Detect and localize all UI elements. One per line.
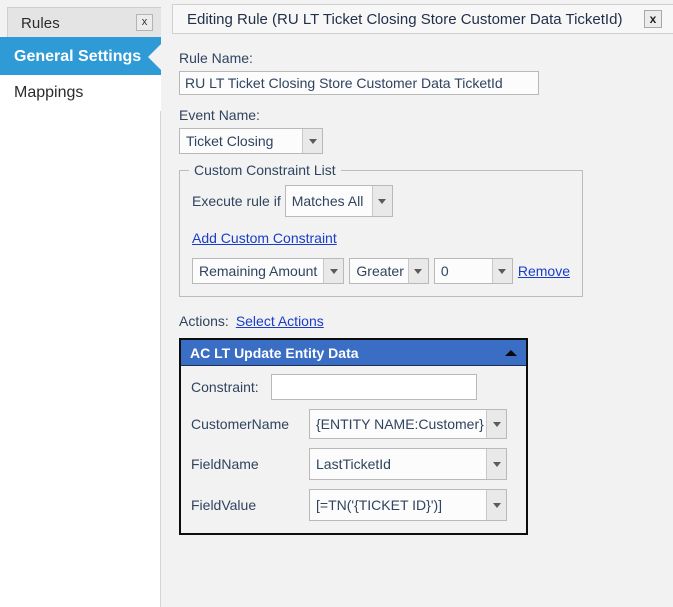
constraint-field-select[interactable]: Remaining Amount	[192, 258, 345, 284]
main-pane: Editing Rule (RU LT Ticket Closing Store…	[161, 0, 673, 607]
field-value-label: FieldValue	[191, 497, 257, 513]
execute-rule-if-select[interactable]: Matches All	[284, 185, 393, 217]
chevron-down-icon[interactable]	[491, 259, 512, 283]
sidebar-tabstrip: Rules x	[0, 0, 163, 39]
customer-name-value: {ENTITY NAME:Customer}	[316, 416, 484, 432]
action-panel-title: AC LT Update Entity Data	[190, 344, 359, 361]
action-panel: AC LT Update Entity Data Constraint: Cus…	[179, 338, 528, 535]
rule-editor-window: Rules x General Settings Mappings Editin…	[0, 0, 673, 607]
action-panel-header[interactable]: AC LT Update Entity Data	[181, 340, 526, 366]
chevron-down-icon[interactable]	[486, 449, 506, 479]
field-name-select[interactable]: LastTicketId	[309, 448, 507, 480]
event-name-value: Ticket Closing	[186, 133, 274, 149]
constraint-operator-value: Greater	[356, 263, 404, 279]
add-custom-constraint-link[interactable]: Add Custom Constraint	[192, 230, 337, 246]
property-row: FieldValue [=TN('{TICKET ID}')]	[191, 489, 516, 521]
constraint-value-value: 0	[440, 263, 449, 279]
custom-constraint-list-caption: Custom Constraint List	[189, 162, 341, 178]
constraint-operator-select[interactable]: Greater	[349, 258, 429, 284]
rule-name-input[interactable]: RU LT Ticket Closing Store Customer Data…	[179, 71, 539, 95]
custom-constraint-list-group: Custom Constraint List Execute rule if M…	[179, 162, 583, 297]
actions-label: Actions:	[179, 313, 229, 329]
execute-rule-if-row: Execute rule if Matches All	[192, 185, 570, 217]
rule-name-label: Rule Name:	[179, 50, 253, 66]
chevron-down-icon[interactable]	[486, 410, 506, 438]
constraint-value-select[interactable]: 0	[433, 258, 513, 284]
field-value-select[interactable]: [=TN('{TICKET ID}')]	[309, 489, 507, 521]
sidebar-item-mappings[interactable]: Mappings	[0, 75, 161, 111]
constraint-field-row: Constraint:	[191, 374, 516, 400]
execute-rule-if-value: Matches All	[291, 193, 364, 209]
property-row: FieldName LastTicketId	[191, 448, 516, 480]
sidebar-item-general-settings[interactable]: General Settings	[0, 39, 162, 75]
rule-form: Rule Name: RU LT Ticket Closing Store Cu…	[179, 50, 673, 535]
triangle-up-icon[interactable]	[505, 349, 517, 356]
customer-name-label: CustomerName	[191, 416, 290, 432]
tab-rules[interactable]: Rules x	[7, 7, 163, 38]
chevron-down-icon[interactable]	[486, 490, 506, 520]
window-titlebar: Editing Rule (RU LT Ticket Closing Store…	[172, 4, 673, 34]
active-item-notch	[148, 43, 162, 71]
event-name-select[interactable]: Ticket Closing	[179, 128, 323, 154]
actions-line: Actions: Select Actions	[179, 313, 673, 329]
constraint-field-value: Remaining Amount	[199, 263, 318, 279]
chevron-down-icon[interactable]	[371, 186, 392, 216]
sidebar-item-label: General Settings	[14, 48, 142, 65]
event-name-label: Event Name:	[179, 107, 260, 123]
chevron-down-icon[interactable]	[302, 129, 322, 153]
close-icon[interactable]: x	[644, 10, 662, 28]
sidebar: Rules x General Settings Mappings	[0, 0, 163, 607]
chevron-down-icon[interactable]	[323, 259, 344, 283]
page-title: Editing Rule (RU LT Ticket Closing Store…	[187, 10, 623, 28]
constraint-label: Constraint:	[191, 379, 259, 395]
sidebar-nav-list: General Settings Mappings	[0, 39, 162, 111]
field-name-label: FieldName	[191, 456, 259, 472]
customer-name-select[interactable]: {ENTITY NAME:Customer}	[309, 409, 507, 439]
field-value-value: [=TN('{TICKET ID}')]	[316, 497, 443, 513]
action-panel-body: Constraint: CustomerName {ENTITY NAME:Cu…	[181, 366, 526, 533]
close-icon[interactable]: x	[136, 14, 153, 31]
tab-rules-label: Rules	[21, 14, 60, 32]
execute-rule-if-label: Execute rule if	[192, 193, 281, 209]
property-row: CustomerName {ENTITY NAME:Customer}	[191, 409, 516, 439]
constraint-input[interactable]	[271, 374, 477, 400]
constraint-row: Remaining Amount Greater 0 Remove	[192, 258, 570, 284]
sidebar-item-label: Mappings	[14, 84, 84, 101]
field-name-value: LastTicketId	[316, 456, 391, 472]
select-actions-link[interactable]: Select Actions	[236, 313, 324, 329]
chevron-down-icon[interactable]	[407, 259, 428, 283]
remove-constraint-link[interactable]: Remove	[518, 263, 570, 279]
